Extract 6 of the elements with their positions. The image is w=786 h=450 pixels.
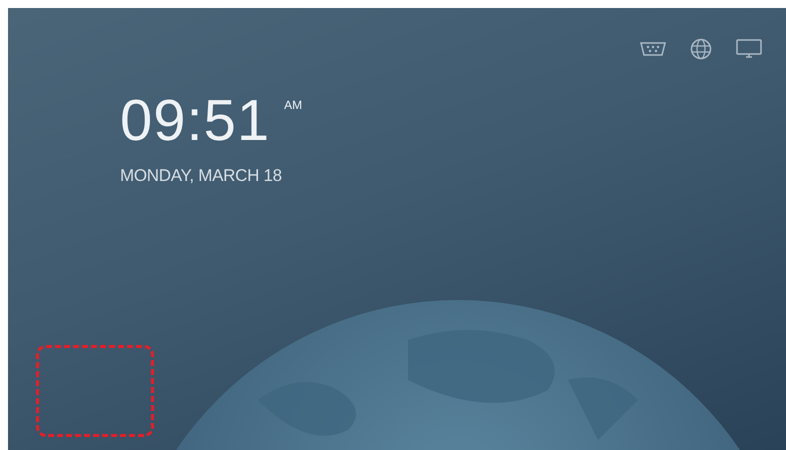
globe-icon[interactable] — [690, 38, 712, 60]
port-icon[interactable] — [640, 42, 666, 56]
clock-meridiem: AM — [284, 98, 302, 112]
clock-date: MONDAY, MARCH 18 — [120, 166, 283, 186]
monitor-icon[interactable] — [736, 39, 762, 59]
clock-time: 09:51 — [120, 90, 270, 152]
